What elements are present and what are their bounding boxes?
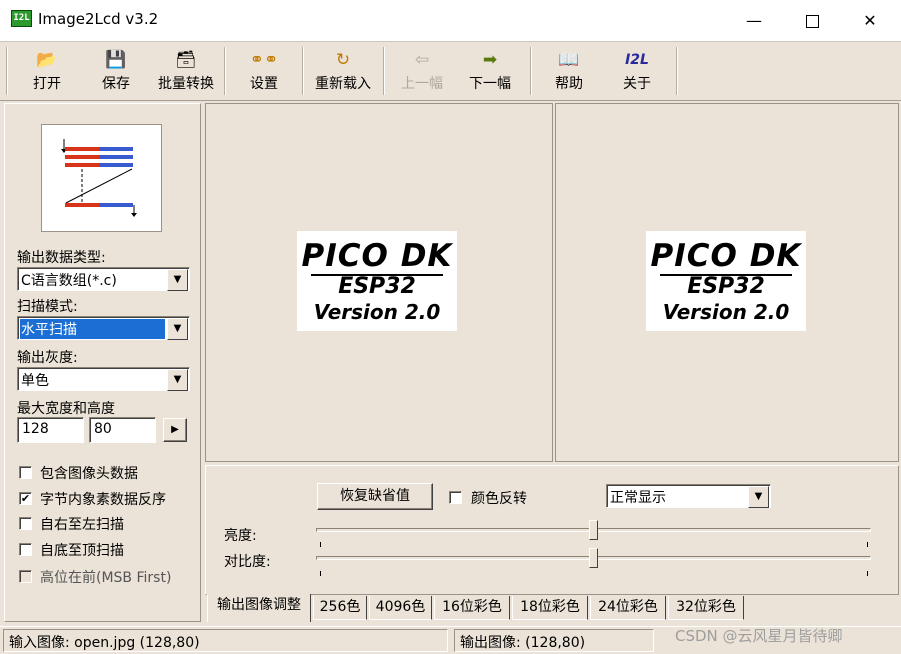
msb-first-checkbox[interactable] [19, 570, 32, 583]
right-to-left-label: 自右至左扫描 [40, 517, 124, 533]
slider-tick [867, 542, 868, 547]
about-button[interactable]: I2L 关于 [605, 46, 669, 96]
settings-label: 设置 [250, 76, 278, 92]
bottom-to-top-label: 自底至顶扫描 [40, 543, 124, 559]
reload-button[interactable]: ↻ 重新载入 [308, 46, 378, 96]
settings-button[interactable]: ⚭⚭ 设置 [232, 46, 296, 96]
input-image-status: 输入图像: open.jpg (128,80) [3, 629, 448, 652]
toolbar-separator [383, 47, 385, 95]
help-book-icon: 📖 [558, 50, 580, 70]
help-label: 帮助 [555, 76, 583, 92]
output-type-label: 输出数据类型: [17, 250, 106, 266]
open-button[interactable]: 📂 打开 [15, 46, 79, 96]
scan-mode-label: 扫描模式: [17, 299, 78, 315]
reverse-bits-label: 字节内象素数据反序 [40, 492, 166, 508]
batch-icon: 🗃 [175, 50, 197, 70]
right-to-left-checkbox[interactable] [19, 517, 32, 530]
brightness-slider-thumb[interactable] [589, 520, 598, 540]
display-mode-select[interactable]: 正常显示 ▼ [606, 484, 771, 508]
reload-icon: ↻ [335, 50, 351, 70]
slider-tick [867, 571, 868, 576]
image-text-line1: PICO DK [650, 238, 802, 274]
apply-size-button[interactable]: ▶ [163, 418, 187, 442]
toolbar-separator [302, 47, 304, 95]
display-mode-value: 正常显示 [610, 490, 666, 506]
chevron-down-icon[interactable]: ▼ [748, 486, 769, 508]
close-button[interactable]: ✕ [841, 0, 899, 41]
max-width-input[interactable]: 128 [17, 417, 84, 443]
gray-select[interactable]: 单色 ▼ [17, 367, 190, 391]
reload-label: 重新载入 [315, 76, 371, 92]
output-image: PICO DK ESP32 Version 2.0 [646, 231, 806, 331]
gray-label: 输出灰度: [17, 350, 78, 366]
brightness-label: 亮度: [224, 528, 257, 544]
max-height-input[interactable]: 80 [89, 417, 156, 443]
toolbar-separator [676, 47, 678, 95]
output-image-status: 输出图像: (128,80) [454, 629, 654, 652]
image-text-line1: PICO DK [301, 238, 453, 274]
gray-value: 单色 [21, 373, 49, 389]
chevron-down-icon[interactable]: ▼ [167, 269, 188, 291]
image-text-line2: ESP32 [687, 274, 765, 299]
tab-output-adjust[interactable]: 输出图像调整 [207, 594, 311, 622]
output-type-select[interactable]: C语言数组(*.c) ▼ [17, 267, 190, 291]
help-button[interactable]: 📖 帮助 [537, 46, 601, 96]
toolbar-separator [224, 47, 226, 95]
include-header-label: 包含图像头数据 [40, 466, 138, 482]
input-image: PICO DK ESP32 Version 2.0 [297, 231, 457, 331]
open-folder-icon: 📂 [36, 50, 58, 70]
prev-image-button[interactable]: ⇦ 上一幅 [390, 46, 454, 96]
i2l-logo-icon: I2L [625, 52, 649, 68]
include-header-checkbox[interactable] [19, 466, 32, 479]
tab-18bit-color[interactable]: 18位彩色 [512, 596, 588, 620]
max-size-label: 最大宽度和高度 [17, 401, 115, 417]
toolbar-separator [530, 47, 532, 95]
tab-4096-color[interactable]: 4096色 [369, 596, 432, 620]
open-label: 打开 [33, 76, 61, 92]
next-icon: ➡ [482, 50, 498, 70]
invert-colors-label: 颜色反转 [471, 491, 527, 507]
slider-tick [320, 542, 321, 547]
scan-mode-value: 水平扫描 [20, 319, 165, 339]
scan-mode-diagram [41, 124, 162, 232]
slider-tick [320, 571, 321, 576]
contrast-slider-thumb[interactable] [589, 548, 598, 568]
save-button[interactable]: 💾 保存 [84, 46, 148, 96]
toolbar-grip [6, 47, 8, 95]
tab-256-color[interactable]: 256色 [313, 596, 367, 620]
image-text-line3: Version 2.0 [662, 300, 790, 324]
output-type-value: C语言数组(*.c) [21, 273, 117, 289]
image-text-line3: Version 2.0 [313, 300, 441, 324]
msb-first-label: 高位在前(MSB First) [40, 570, 172, 586]
window-title: Image2Lcd v3.2 [38, 10, 159, 28]
prev-label: 上一幅 [401, 76, 443, 92]
chevron-down-icon[interactable]: ▼ [167, 318, 188, 340]
scan-diagram-icon [61, 139, 137, 217]
floppy-icon: 💾 [105, 50, 127, 70]
next-image-button[interactable]: ➡ 下一幅 [458, 46, 522, 96]
bottom-to-top-checkbox[interactable] [19, 543, 32, 556]
chevron-down-icon[interactable]: ▼ [167, 369, 188, 391]
save-label: 保存 [102, 76, 130, 92]
app-icon: I2L [11, 10, 32, 27]
invert-colors-checkbox[interactable] [449, 491, 462, 504]
watermark: CSDN @云风星月皆待卿 [675, 627, 843, 645]
tab-32bit-color[interactable]: 32位彩色 [668, 596, 744, 620]
minimize-button[interactable]: — [725, 0, 783, 41]
scan-mode-select[interactable]: 水平扫描 ▼ [17, 316, 190, 340]
prev-icon: ⇦ [414, 50, 430, 70]
batch-label: 批量转换 [158, 76, 214, 92]
image-text-line2: ESP32 [338, 274, 416, 299]
tab-16bit-color[interactable]: 16位彩色 [434, 596, 510, 620]
next-label: 下一幅 [469, 76, 511, 92]
reverse-bits-checkbox[interactable]: ✔ [19, 492, 32, 505]
glasses-icon: ⚭⚭ [249, 50, 279, 70]
restore-defaults-button[interactable]: 恢复缺省值 [317, 483, 433, 510]
maximize-button[interactable] [783, 0, 841, 41]
tab-24bit-color[interactable]: 24位彩色 [590, 596, 666, 620]
about-label: 关于 [623, 76, 651, 92]
batch-convert-button[interactable]: 🗃 批量转换 [150, 46, 222, 96]
contrast-label: 对比度: [224, 554, 271, 570]
